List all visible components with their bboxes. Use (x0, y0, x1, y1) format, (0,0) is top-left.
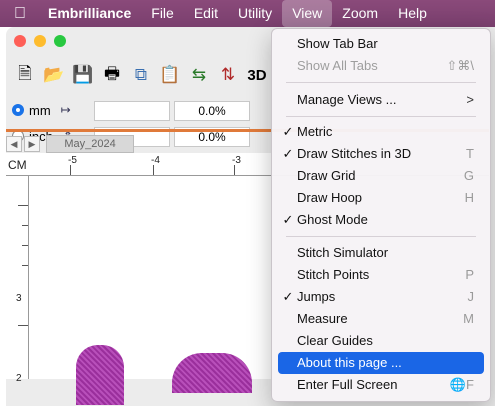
close-button[interactable] (14, 35, 26, 47)
menu-separator (286, 82, 476, 83)
menu-bar:  Embrilliance File Edit Utility View Zo… (0, 0, 495, 27)
menu-item-draw-grid[interactable]: Draw Grid G (278, 165, 484, 187)
shortcut-label: J (467, 289, 475, 304)
vertical-ruler: 3 2 (6, 175, 29, 384)
menu-item-stitch-simulator[interactable]: Stitch Simulator (278, 242, 484, 264)
mirror-horizontal-icon[interactable]: ⇆ (186, 62, 212, 88)
ruler-tick (70, 165, 71, 175)
ruler-tick (22, 265, 28, 266)
menu-item-ghost-mode[interactable]: ✓ Ghost Mode (278, 209, 484, 231)
embroidery-stitch-shape (76, 345, 124, 405)
shortcut-label: T (466, 146, 474, 161)
save-icon[interactable]: 💾 (70, 62, 96, 88)
menu-file[interactable]: File (141, 0, 184, 27)
tab-left-arrow-icon[interactable]: ◀ (6, 136, 22, 152)
menu-item-manage-views[interactable]: Manage Views ... > (278, 89, 484, 111)
menu-item-enter-full-screen[interactable]: Enter Full Screen 🌐F (278, 374, 484, 396)
print-icon[interactable]: 🖶 (99, 62, 125, 88)
menu-item-about-page[interactable]: About this page ... (278, 352, 484, 374)
embroidery-stitch-shape (172, 353, 252, 393)
ruler-tick (22, 225, 28, 226)
width-icon: ↦ (60, 103, 71, 117)
menu-edit[interactable]: Edit (184, 0, 228, 27)
tab-may-2024[interactable]: May_2024 (46, 135, 134, 153)
ruler-tick (18, 205, 28, 206)
menu-separator (286, 236, 476, 237)
shortcut-label: H (464, 190, 474, 205)
menu-item-stitch-points[interactable]: Stitch Points P (278, 264, 484, 286)
menu-view[interactable]: View (282, 0, 333, 27)
menu-utility[interactable]: Utility (228, 0, 282, 27)
view-3d-button[interactable]: 3D (244, 62, 270, 88)
menu-separator (286, 116, 476, 117)
view-menu-dropdown: Show Tab Bar Show All Tabs ⇧⌘\ Manage Vi… (271, 28, 491, 402)
menu-item-show-all-tabs: Show All Tabs ⇧⌘\ (278, 55, 484, 77)
ruler-unit-label: CM (8, 158, 27, 172)
shortcut-label: M (463, 311, 474, 326)
width-input[interactable] (94, 101, 170, 121)
open-folder-icon[interactable]: 📂 (41, 62, 67, 88)
apple-icon[interactable]:  (14, 5, 38, 23)
mm-radio[interactable] (12, 104, 24, 116)
zoom-button[interactable] (54, 35, 66, 47)
mm-label: mm (29, 102, 51, 118)
menu-item-show-tab-bar[interactable]: Show Tab Bar (278, 33, 484, 55)
globe-shortcut-label: 🌐F (449, 377, 474, 392)
new-file-icon[interactable]: 🗎 (12, 62, 38, 88)
mm-row: mm ↦ (12, 99, 81, 121)
ruler-tick (22, 245, 28, 246)
copy-icon[interactable]: ⧉ (128, 62, 154, 88)
ruler-label-2: 2 (16, 373, 22, 384)
menu-zoom[interactable]: Zoom (332, 0, 388, 27)
menu-item-draw-hoop[interactable]: Draw Hoop H (278, 187, 484, 209)
ruler-label-3: 3 (16, 293, 22, 304)
menu-help[interactable]: Help (388, 0, 437, 27)
checkmark-icon: ✓ (282, 289, 294, 304)
ruler-tick (234, 165, 235, 175)
ruler-tick (18, 325, 28, 326)
menu-item-metric[interactable]: ✓ Metric (278, 121, 484, 143)
menu-item-jumps[interactable]: ✓ Jumps J (278, 286, 484, 308)
tab-right-arrow-icon[interactable]: ▶ (24, 136, 40, 152)
checkmark-icon: ✓ (282, 124, 294, 139)
checkmark-icon: ✓ (282, 212, 294, 227)
minimize-button[interactable] (34, 35, 46, 47)
menu-item-clear-guides[interactable]: Clear Guides (278, 330, 484, 352)
shortcut-label: P (465, 267, 474, 282)
shortcut-label: G (463, 168, 474, 183)
menu-app-name[interactable]: Embrilliance (38, 0, 141, 27)
checkmark-icon: ✓ (282, 146, 294, 161)
submenu-arrow-icon: > (466, 92, 474, 107)
menu-item-draw-stitches-3d[interactable]: ✓ Draw Stitches in 3D T (278, 143, 484, 165)
shortcut-label: ⇧⌘\ (446, 58, 474, 73)
width-percent-input[interactable]: 0.0% (174, 101, 250, 121)
mirror-vertical-icon[interactable]: ⇅ (215, 62, 241, 88)
paste-icon[interactable]: 📋 (157, 62, 183, 88)
menu-item-measure[interactable]: Measure M (278, 308, 484, 330)
ruler-tick (153, 165, 154, 175)
